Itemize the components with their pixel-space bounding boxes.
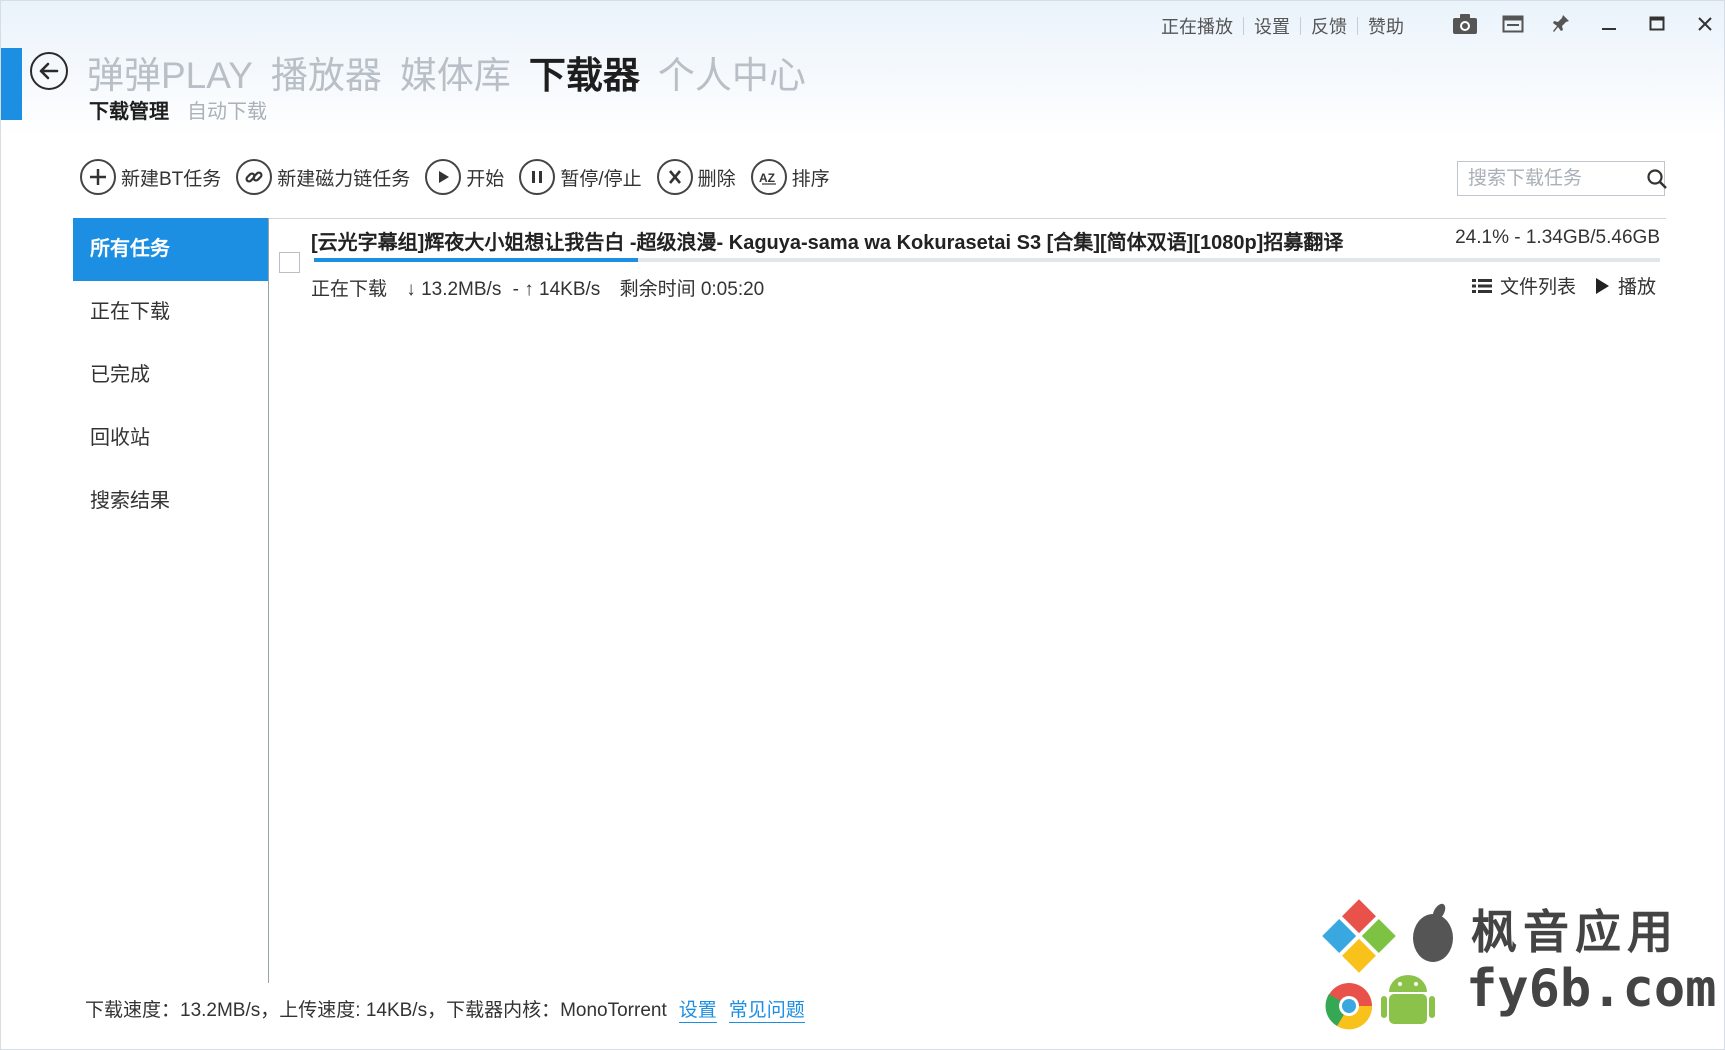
sidebar-item-all-tasks[interactable]: 所有任务 — [73, 218, 268, 281]
list-icon — [1471, 278, 1492, 293]
link-icon — [236, 159, 273, 195]
plus-icon — [80, 159, 116, 195]
link-settings[interactable]: 设置 — [1244, 13, 1300, 39]
settings-link[interactable]: 设置 — [678, 995, 717, 1023]
new-bt-task-button[interactable]: 新建BT任务 — [80, 159, 221, 195]
task-row[interactable]: [云光字幕组]辉夜大小姐想让我告白 -超级浪漫- Kaguya-sama wa … — [269, 219, 1666, 307]
task-progress-text: 24.1% - 1.34GB/5.46GB — [1455, 227, 1660, 248]
sidebar-item-search-results[interactable]: 搜索结果 — [73, 470, 268, 533]
task-state: 正在下载 — [311, 279, 388, 300]
sort-button[interactable]: AZ 排序 — [750, 159, 830, 195]
watermark-logo-icon — [1322, 899, 1453, 1030]
watermark: 枫音应用 fy6b.com — [1321, 896, 1721, 1036]
nav-dandanplay[interactable]: 弹弹PLAY — [87, 45, 253, 99]
nav-user-center[interactable]: 个人中心 — [658, 45, 806, 99]
start-label: 开始 — [466, 168, 505, 190]
minimize-icon[interactable] — [1585, 7, 1633, 41]
link-now-playing[interactable]: 正在播放 — [1151, 13, 1243, 39]
sidebar-item-recycle-bin[interactable]: 回收站 — [73, 407, 268, 470]
tab-download-manager[interactable]: 下载管理 — [89, 95, 169, 124]
sort-az-icon: AZ — [750, 159, 787, 195]
delete-button[interactable]: 删除 — [656, 159, 736, 195]
task-actions: 文件列表 播放 — [1471, 272, 1656, 299]
pause-stop-button[interactable]: 暂停/停止 — [519, 159, 642, 195]
task-checkbox[interactable] — [279, 252, 300, 273]
file-list-label: 文件列表 — [1499, 277, 1576, 298]
play-icon — [1595, 277, 1609, 294]
start-button[interactable]: 开始 — [425, 159, 504, 195]
pin-icon[interactable] — [1537, 7, 1585, 41]
main-nav: 弹弹PLAY 播放器 媒体库 下载器 个人中心 — [87, 45, 806, 99]
maximize-icon[interactable] — [1633, 7, 1681, 41]
search-input[interactable] — [1458, 167, 1646, 190]
task-download-speed: ↓ 13.2MB/s — [406, 279, 502, 300]
nav-media-library[interactable]: 媒体库 — [400, 45, 511, 99]
file-list-button[interactable]: 文件列表 — [1471, 272, 1576, 299]
task-remaining-time: 剩余时间 0:05:20 — [619, 279, 765, 300]
play-button[interactable]: 播放 — [1594, 272, 1656, 299]
sub-nav: 下载管理 自动下载 — [89, 95, 267, 124]
search-icon[interactable] — [1646, 162, 1668, 195]
svg-text:AZ: AZ — [759, 171, 775, 185]
watermark-text-1: 枫音应用 — [1471, 906, 1679, 958]
task-status: 正在下载 ↓ 13.2MB/s - ↑ 14KB/s 剩余时间 0:05:20 — [311, 274, 778, 301]
status-text: 下载速度：13.2MB/s，上传速度: 14KB/s，下载器内核：MonoTor… — [85, 1000, 667, 1021]
play-icon — [425, 159, 462, 195]
pause-icon — [519, 159, 556, 195]
sidebar: 所有任务 正在下载 已完成 回收站 搜索结果 — [73, 218, 269, 983]
new-bt-task-label: 新建BT任务 — [121, 168, 222, 190]
toolbar: 新建BT任务 新建磁力链任务 开始 暂停/停止 删除 AZ 排序 — [80, 159, 830, 195]
task-progress-bar — [314, 258, 1660, 262]
link-feedback[interactable]: 反馈 — [1301, 13, 1357, 39]
window-controls — [1441, 7, 1724, 41]
sidebar-item-completed[interactable]: 已完成 — [73, 344, 268, 407]
tab-auto-download[interactable]: 自动下载 — [187, 95, 267, 124]
delete-label: 删除 — [697, 168, 736, 190]
status-bar: 下载速度：13.2MB/s，上传速度: 14KB/s，下载器内核：MonoTor… — [85, 995, 805, 1023]
nav-player[interactable]: 播放器 — [271, 45, 382, 99]
close-icon[interactable] — [1681, 7, 1724, 41]
sort-label: 排序 — [791, 168, 830, 190]
task-upload-speed: - ↑ 14KB/s — [512, 279, 601, 300]
faq-link[interactable]: 常见问题 — [728, 995, 805, 1023]
sidebar-item-downloading[interactable]: 正在下载 — [73, 281, 268, 344]
pause-stop-label: 暂停/停止 — [560, 168, 642, 190]
link-sponsor[interactable]: 赞助 — [1358, 13, 1414, 39]
arrow-left-icon — [39, 62, 59, 80]
app-window: 正在播放 设置 反馈 赞助 弹弹PLAY 播放器 媒体库 下载器 个人中心 下载… — [0, 0, 1725, 1050]
search-box — [1457, 161, 1668, 196]
nav-downloader[interactable]: 下载器 — [529, 45, 640, 99]
new-magnet-task-button[interactable]: 新建磁力链任务 — [236, 159, 410, 195]
minimode-icon[interactable] — [1489, 7, 1537, 41]
back-button[interactable] — [30, 52, 68, 90]
task-progress-fill — [314, 258, 639, 262]
task-title: [云光字幕组]辉夜大小姐想让我告白 -超级浪漫- Kaguya-sama wa … — [311, 232, 1344, 254]
camera-icon[interactable] — [1441, 7, 1489, 41]
window-links: 正在播放 设置 反馈 赞助 — [1151, 13, 1414, 39]
play-label: 播放 — [1617, 277, 1656, 298]
accent-bar — [1, 48, 22, 120]
watermark-text-2: fy6b.com — [1466, 959, 1717, 1019]
new-magnet-task-label: 新建磁力链任务 — [277, 168, 411, 190]
delete-x-icon — [656, 159, 693, 195]
